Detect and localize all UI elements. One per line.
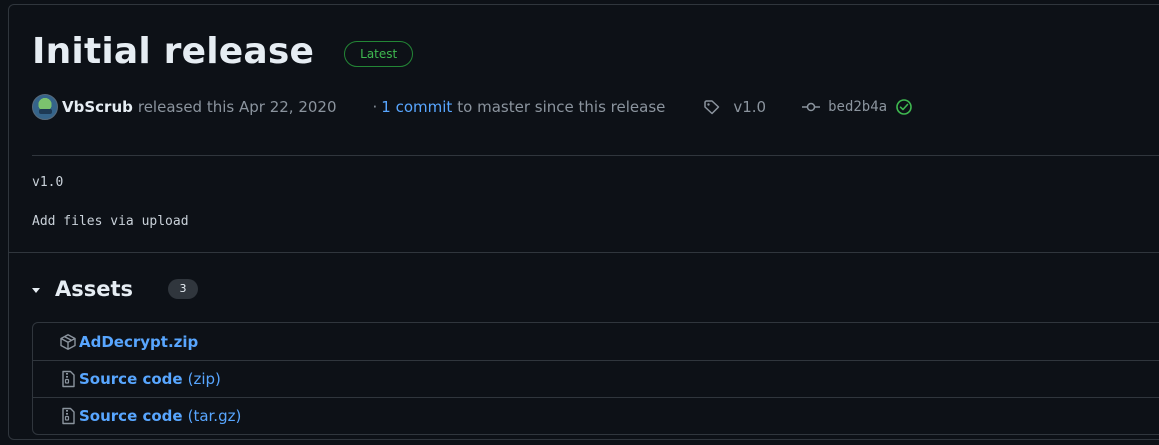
tag-link[interactable]: v1.0: [703, 98, 766, 116]
asset-link[interactable]: Source code: [79, 370, 183, 388]
avatar[interactable]: [32, 94, 58, 120]
separator-dot: ·: [372, 98, 378, 116]
tag-icon: [704, 100, 720, 115]
assets-count-badge: 3: [168, 279, 199, 299]
release-body-message: Add files via upload: [32, 214, 189, 229]
release-meta: VbScrub released this Apr 22, 2020 · 1 c…: [32, 93, 913, 121]
author-link[interactable]: VbScrub: [62, 98, 133, 116]
git-commit-icon: [802, 102, 821, 112]
divider: [32, 155, 1159, 156]
commit-sha-link[interactable]: bed2b4a: [802, 98, 913, 116]
tag-label: v1.0: [733, 98, 767, 116]
asset-format[interactable]: (zip): [188, 370, 221, 388]
commits-since-text: to master since this release: [457, 98, 666, 116]
commit-sha: bed2b4a: [828, 99, 888, 115]
commits-link[interactable]: 1 commit: [381, 98, 452, 116]
package-icon: [60, 333, 76, 350]
asset-row[interactable]: Source code (tar.gz): [33, 397, 1159, 434]
latest-badge: Latest: [344, 41, 414, 67]
file-zip-icon: [62, 370, 75, 388]
release-body-version: v1.0: [32, 175, 64, 190]
caret-down-icon: [32, 287, 40, 293]
assets-title: Assets: [55, 277, 134, 301]
file-zip-icon: [62, 407, 75, 425]
asset-link[interactable]: AdDecrypt.zip: [79, 333, 198, 351]
asset-list: AdDecrypt.zip Source code (zip) Source c…: [32, 322, 1159, 435]
assets-toggle[interactable]: Assets 3: [32, 273, 199, 305]
asset-row[interactable]: Source code (zip): [33, 360, 1159, 397]
section-divider: [9, 252, 1159, 253]
asset-row[interactable]: AdDecrypt.zip: [33, 323, 1159, 360]
released-date-text: released this Apr 22, 2020: [137, 98, 337, 116]
asset-link[interactable]: Source code: [79, 407, 183, 425]
release-title[interactable]: Initial release: [32, 30, 314, 74]
release-header: Initial release Latest: [32, 30, 414, 74]
asset-format[interactable]: (tar.gz): [188, 407, 242, 425]
verified-check-icon: [896, 99, 912, 115]
